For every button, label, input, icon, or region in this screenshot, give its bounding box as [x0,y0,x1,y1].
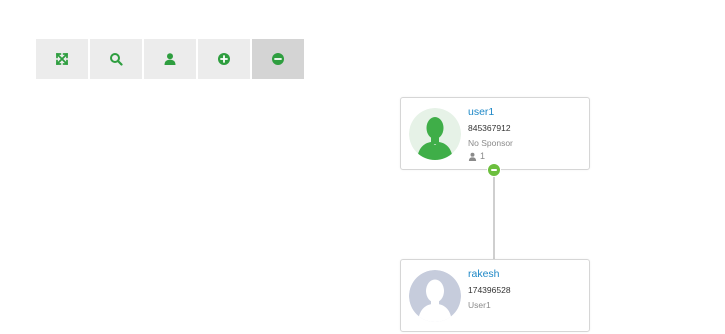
collapse-toggle-button[interactable] [487,163,501,177]
toolbar [36,39,304,79]
downline-count-value: 1 [480,151,486,161]
zoom-out-button[interactable] [252,39,304,79]
user-button[interactable] [144,39,196,79]
tree-node-child[interactable]: rakesh 174396528 User1 [400,259,590,332]
node-username[interactable]: user1 [468,106,513,119]
zoom-out-icon [272,53,284,65]
search-icon [110,53,123,66]
user-icon [164,53,176,65]
tree-node-root[interactable]: user1 845367912 No Sponsor 1 [400,97,590,170]
node-username[interactable]: rakesh [468,268,511,281]
gray-silhouette-avatar [409,270,461,322]
zoom-in-icon [218,53,230,65]
node-id-number: 845367912 [468,123,511,133]
search-button[interactable] [90,39,142,79]
green-silhouette-avatar [409,108,461,160]
zoom-in-button[interactable] [198,39,250,79]
person-icon [468,152,477,161]
tree-connector-line [493,169,495,259]
minus-icon [491,169,497,171]
expand-icon [56,53,68,65]
node-sponsor: No Sponsor [468,138,513,148]
node-id-number: 174396528 [468,285,511,295]
fullscreen-button[interactable] [36,39,88,79]
node-sponsor: User1 [468,300,491,310]
node-downline-count: 1 [468,150,513,162]
